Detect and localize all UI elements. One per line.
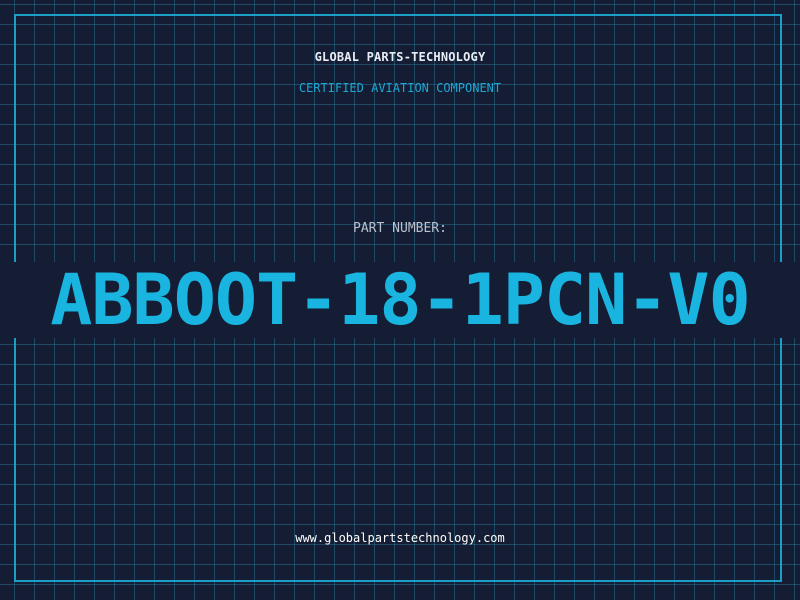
part-number-value: ABBOOT-18-1PCN-V0 (50, 259, 750, 341)
part-label-card: GLOBAL PARTS-TECHNOLOGY CERTIFIED AVIATI… (0, 0, 800, 600)
certification-subtitle: CERTIFIED AVIATION COMPONENT (298, 81, 502, 95)
company-name: GLOBAL PARTS-TECHNOLOGY (314, 50, 486, 64)
part-number-label: PART NUMBER: (353, 221, 447, 236)
website-url: www.globalpartstechnology.com (295, 531, 505, 545)
